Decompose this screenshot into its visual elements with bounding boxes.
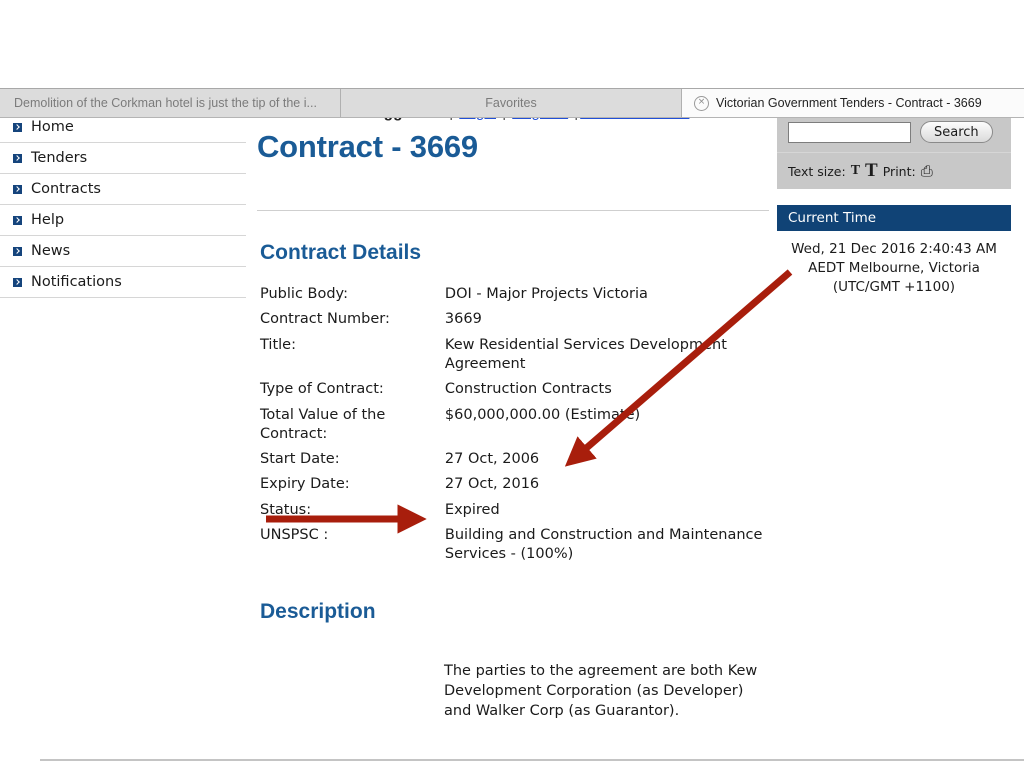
text-size-large-button[interactable]: T (865, 160, 878, 182)
detail-value: Building and Construction and Maintenanc… (444, 526, 763, 563)
sidebar-item-help[interactable]: Help (0, 205, 246, 236)
sidebar-item-tenders[interactable]: Tenders (0, 143, 246, 174)
browser-tab-strip: Demolition of the Corkman hotel is just … (0, 88, 1024, 118)
page-title: Contract - 3669 (257, 129, 478, 164)
sidebar-item-label: News (31, 243, 71, 259)
search-input[interactable] (788, 121, 911, 143)
bullet-arrow-icon (13, 246, 22, 256)
search-panel: Search (777, 112, 1011, 152)
sidebar-item-notifications[interactable]: Notifications (0, 267, 246, 298)
browser-tab-title: Demolition of the Corkman hotel is just … (14, 96, 317, 110)
description-heading: Description (260, 600, 376, 624)
detail-label: Start Date: (260, 451, 340, 468)
description-body: The parties to the agreement are both Ke… (444, 663, 758, 720)
detail-label: Contract Number: (260, 311, 390, 328)
table-row: UNSPSC : Building and Construction and M… (257, 526, 769, 571)
browser-tab-inactive-1[interactable]: Demolition of the Corkman hotel is just … (0, 89, 341, 117)
bullet-arrow-icon (13, 277, 22, 287)
detail-label: Total Value of the Contract: (260, 406, 386, 442)
detail-label: Type of Contract: (260, 381, 384, 398)
close-icon[interactable]: × (694, 95, 709, 111)
current-time-panel: Current Time Wed, 21 Dec 2016 2:40:43 AM… (777, 205, 1011, 297)
table-row: Public Body: DOI - Major Projects Victor… (257, 285, 769, 310)
detail-value: Kew Residential Services Development Agr… (444, 336, 727, 372)
sidebar-item-label: Help (31, 212, 65, 228)
bullet-arrow-icon (13, 215, 22, 225)
detail-value: Construction Contracts (444, 381, 612, 398)
table-row: Total Value of the Contract: $60,000,000… (257, 406, 769, 451)
search-button[interactable]: Search (920, 121, 993, 143)
current-time-line-2: AEDT Melbourne, Victoria (808, 260, 980, 277)
detail-value: 27 Oct, 2016 (444, 476, 540, 493)
table-row: Type of Contract: Construction Contracts (257, 380, 769, 405)
sidebar-item-label: Tenders (31, 150, 88, 166)
detail-label: Public Body: (260, 286, 348, 303)
sidebar-item-label: Home (31, 119, 74, 135)
browser-tab-favorites[interactable]: Favorites (341, 89, 682, 117)
browser-tab-active[interactable]: × Victorian Government Tenders - Contrac… (682, 89, 1024, 117)
current-time-heading: Current Time (777, 205, 1011, 231)
footer-divider (40, 759, 1024, 761)
text-size-print-panel: Text size: T T Print: ⎙ (777, 152, 1011, 189)
table-row: Contract Number: 3669 (257, 310, 769, 335)
detail-value: DOI - Major Projects Victoria (444, 286, 648, 303)
contract-details-table: Public Body: DOI - Major Projects Victor… (257, 285, 769, 570)
detail-value: $60,000,000.00 (Estimate) (444, 406, 641, 423)
table-row: Title: Kew Residential Services Developm… (257, 336, 769, 381)
text-size-label: Text size: (788, 163, 846, 179)
browser-tab-title: Victorian Government Tenders - Contract … (716, 96, 982, 110)
bullet-arrow-icon (13, 184, 22, 194)
table-row: Expiry Date: 27 Oct, 2016 (257, 475, 769, 500)
print-label: Print: (882, 163, 916, 179)
detail-value: 3669 (444, 311, 482, 328)
sidebar-navigation: Home Tenders Contracts Help News Notific… (0, 112, 246, 298)
sidebar-item-contracts[interactable]: Contracts (0, 174, 246, 205)
text-size-small-button[interactable]: T (851, 163, 860, 179)
title-divider (257, 210, 769, 212)
detail-value: 27 Oct, 2006 (444, 451, 540, 468)
detail-label: Expiry Date: (260, 476, 350, 493)
printer-icon[interactable]: ⎙ (921, 163, 933, 179)
current-time-body: Wed, 21 Dec 2016 2:40:43 AM AEDT Melbour… (777, 240, 1011, 297)
detail-label: Status: (260, 501, 312, 518)
current-time-line-3: (UTC/GMT +1100) (832, 279, 956, 296)
table-row: Start Date: 27 Oct, 2006 (257, 450, 769, 475)
bullet-arrow-icon (13, 122, 22, 132)
status-badge: Expired (444, 501, 500, 518)
table-row: Status: Expired (257, 501, 769, 526)
browser-tab-title: Favorites (485, 96, 537, 110)
detail-label: Title: (260, 336, 296, 353)
detail-label: UNSPSC : (260, 526, 329, 543)
sidebar-item-label: Contracts (31, 181, 101, 197)
sidebar-item-news[interactable]: News (0, 236, 246, 267)
bullet-arrow-icon (13, 153, 22, 163)
sidebar-item-label: Notifications (31, 274, 122, 290)
contract-details-heading: Contract Details (260, 241, 422, 265)
right-sidebar: Search Text size: T T Print: ⎙ Current T… (777, 112, 1011, 297)
main-content: Contract - 3669 Contract Details Public … (257, 129, 769, 736)
current-time-line-1: Wed, 21 Dec 2016 2:40:43 AM (791, 241, 997, 257)
